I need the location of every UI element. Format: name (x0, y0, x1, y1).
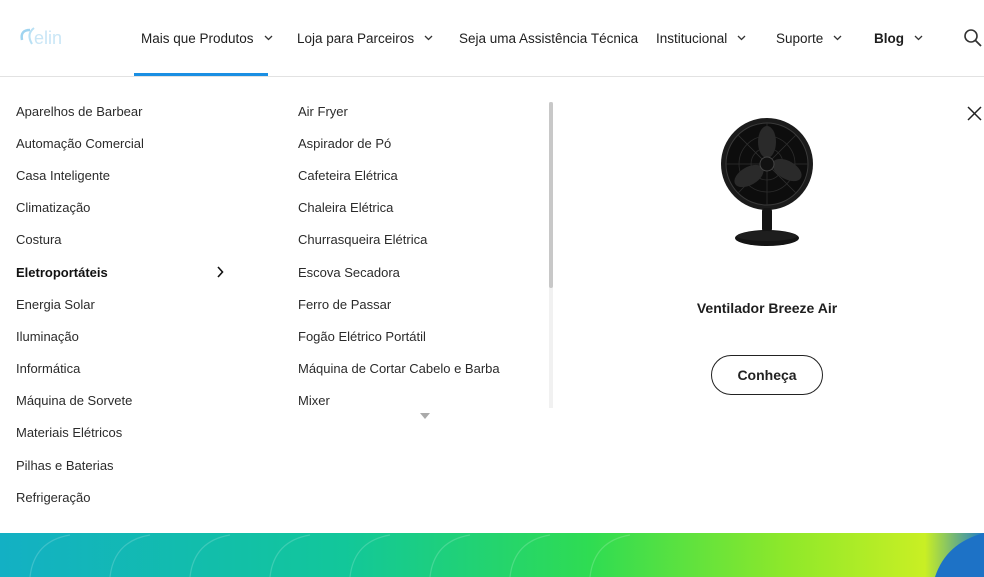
subcategory-item-mixer[interactable]: Mixer (298, 385, 548, 407)
subcategory-label: Chaleira Elétrica (298, 200, 394, 216)
close-icon[interactable] (967, 106, 982, 121)
category-label: Refrigeração (16, 489, 91, 505)
category-label: Materiais Elétricos (16, 425, 123, 441)
promo-banner-gradient (0, 533, 984, 577)
nav-label: Blog (874, 30, 904, 46)
subcategory-label: Ferro de Passar (298, 296, 392, 312)
category-item-refrigeracao[interactable]: Refrigeração (16, 481, 236, 513)
subcategory-scrollbar-thumb[interactable] (549, 102, 553, 288)
subcategory-label: Air Fryer (298, 103, 348, 119)
nav-label: Mais que Produtos (141, 30, 254, 46)
subcategory-label: Cafeteira Elétrica (298, 167, 398, 183)
category-item-maquina-de-sorvete[interactable]: Máquina de Sorvete (16, 385, 236, 417)
chevron-down-icon (914, 35, 923, 41)
category-item-automacao-comercial[interactable]: Automação Comercial (16, 127, 236, 159)
subcategory-item-maquina-de-cortar-cabelo[interactable]: Máquina de Cortar Cabelo e Barba (298, 353, 548, 385)
subcategory-label: Mixer (298, 393, 330, 407)
category-label: Casa Inteligente (16, 167, 110, 183)
nav-seja-assistencia[interactable]: Seja uma Assistência Técnica (459, 0, 638, 76)
category-item-climatizacao[interactable]: Climatização (16, 192, 236, 224)
category-item-informatica[interactable]: Informática (16, 353, 236, 385)
nav-label: Institucional (656, 30, 728, 46)
category-item-pilhas-e-baterias[interactable]: Pilhas e Baterias (16, 449, 236, 481)
nav-blog[interactable]: Blog (874, 0, 923, 76)
category-item-costura[interactable]: Costura (16, 224, 236, 256)
subcategory-item-ferro-de-passar[interactable]: Ferro de Passar (298, 288, 548, 320)
category-label: Pilhas e Baterias (16, 457, 114, 473)
subcategory-item-churrasqueira-eletrica[interactable]: Churrasqueira Elétrica (298, 224, 548, 256)
subcategory-label: Churrasqueira Elétrica (298, 232, 428, 248)
category-label: Automação Comercial (16, 135, 144, 151)
category-item-casa-inteligente[interactable]: Casa Inteligente (16, 159, 236, 191)
chevron-down-icon (264, 35, 273, 41)
category-list: Aparelhos de Barbear Automação Comercial… (16, 95, 236, 513)
subcategory-list: Air Fryer Aspirador de Pó Cafeteira Elét… (298, 95, 548, 407)
category-item-materiais-eletricos[interactable]: Materiais Elétricos (16, 417, 236, 449)
subcategory-item-aspirador-de-po[interactable]: Aspirador de Pó (298, 127, 548, 159)
category-label: Aparelhos de Barbear (16, 103, 143, 119)
category-item-eletroportateis[interactable]: Eletroportáteis (16, 256, 236, 288)
category-label: Climatização (16, 200, 91, 216)
category-label: Costura (16, 232, 62, 248)
featured-product-title[interactable]: Ventilador Breeze Air (640, 300, 894, 316)
subcategory-label: Escova Secadora (298, 264, 400, 280)
nav-mais-que-produtos[interactable]: Mais que Produtos (141, 0, 273, 76)
category-label: Iluminação (16, 328, 79, 344)
nav-suporte[interactable]: Suporte (776, 0, 842, 76)
chevron-right-icon (217, 266, 224, 278)
category-label: Máquina de Sorvete (16, 393, 133, 409)
svg-text:elin: elin (34, 28, 62, 48)
top-header: elin Mais que Produtos Loja para Parceir… (0, 0, 984, 77)
chevron-down-icon (833, 35, 842, 41)
category-label: Energia Solar (16, 296, 95, 312)
elgin-logo[interactable]: elin (18, 20, 76, 52)
nav-institucional[interactable]: Institucional (656, 0, 746, 76)
category-item-iluminacao[interactable]: Iluminação (16, 320, 236, 352)
scroll-down-icon[interactable] (420, 413, 430, 419)
category-item-aparelhos-de-barbear[interactable]: Aparelhos de Barbear (16, 95, 236, 127)
search-icon[interactable] (963, 28, 983, 48)
product-image-fan[interactable] (715, 112, 819, 254)
subcategory-item-fogao-eletrico-portatil[interactable]: Fogão Elétrico Portátil (298, 320, 548, 352)
category-item-energia-solar[interactable]: Energia Solar (16, 288, 236, 320)
subcategory-label: Aspirador de Pó (298, 135, 392, 151)
chevron-down-icon (737, 35, 746, 41)
active-nav-indicator (134, 73, 268, 76)
subcategory-item-cafeteira-eletrica[interactable]: Cafeteira Elétrica (298, 159, 548, 191)
conheca-button[interactable]: Conheça (711, 355, 823, 395)
chevron-down-icon (424, 35, 433, 41)
nav-label: Loja para Parceiros (297, 30, 415, 46)
subcategory-item-chaleira-eletrica[interactable]: Chaleira Elétrica (298, 192, 548, 224)
nav-label: Suporte (776, 30, 824, 46)
subcategory-label: Máquina de Cortar Cabelo e Barba (298, 361, 500, 377)
subcategory-item-escova-secadora[interactable]: Escova Secadora (298, 256, 548, 288)
subcategory-label: Fogão Elétrico Portátil (298, 328, 426, 344)
category-label: Eletroportáteis (16, 264, 108, 280)
nav-label: Seja uma Assistência Técnica (459, 30, 639, 46)
subcategory-item-air-fryer[interactable]: Air Fryer (298, 95, 548, 127)
category-label: Informática (16, 361, 81, 377)
nav-loja-para-parceiros[interactable]: Loja para Parceiros (297, 0, 433, 76)
